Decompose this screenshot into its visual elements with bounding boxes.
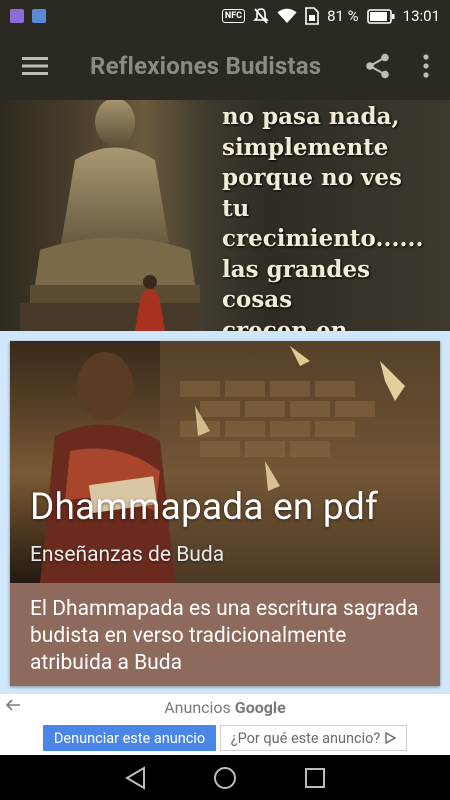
app-title: Reflexiones Budistas [90, 52, 322, 80]
more-vert-icon [423, 54, 429, 78]
nfc-icon: NFC [221, 9, 246, 23]
nav-back-button[interactable] [115, 758, 155, 798]
menu-icon [22, 57, 48, 75]
battery-icon [366, 8, 395, 24]
why-this-ad-button[interactable]: ¿Por qué este anuncio? [220, 725, 407, 751]
sim-icon [305, 7, 319, 25]
app-toolbar: Reflexiones Budistas [0, 32, 450, 100]
screen: NFC 81 % 13:01 Reflexiones Budistas no p… [0, 0, 450, 800]
ad-label-text: Anuncios [164, 698, 231, 717]
more-options-button[interactable] [402, 32, 450, 100]
quote-line: tu crecimiento...... [222, 194, 424, 253]
recents-square-icon [305, 767, 325, 788]
quote-line: no pasa nada, [222, 103, 400, 130]
menu-button[interactable] [0, 32, 70, 100]
battery-percent: 81 % [327, 7, 359, 25]
back-triangle-icon [125, 765, 145, 790]
quote-line: crecen en silencio. [222, 316, 348, 332]
notification-gallery-icon [32, 9, 46, 23]
mute-icon [253, 7, 269, 25]
report-ad-button[interactable]: Denunciar este anuncio [43, 725, 216, 751]
buddhist-quote-text: no pasa nada, simplemente porque no ves … [222, 102, 447, 331]
status-bar: NFC 81 % 13:01 [0, 0, 450, 32]
dhammapada-card[interactable]: Dhammapada en pdf Enseñanzas de Buda El … [10, 341, 440, 686]
card-subtitle: Enseñanzas de Buda [30, 543, 225, 567]
quote-line: las grandes cosas [222, 255, 371, 314]
card-title: Dhammapada en pdf [30, 486, 379, 529]
notification-app-icon [10, 9, 24, 23]
google-brand: Google [234, 698, 286, 717]
share-icon [366, 53, 389, 79]
home-circle-icon [214, 766, 236, 789]
share-button[interactable] [354, 32, 402, 100]
quote-line: porque no ves [222, 164, 403, 191]
nav-recents-button[interactable] [295, 758, 335, 798]
nav-home-button[interactable] [205, 758, 245, 798]
clock: 13:01 [402, 7, 440, 25]
buddha-statue-illustration [20, 100, 200, 331]
quote-banner-image[interactable]: no pasa nada, simplemente porque no ves … [0, 100, 450, 331]
wifi-icon [277, 8, 297, 24]
quote-line: simplemente [222, 133, 389, 161]
system-navigation-bar [0, 755, 450, 800]
ad-label: Anuncios Google [0, 698, 450, 717]
card-description: El Dhammapada es una escritura sagrada b… [30, 597, 419, 675]
ad-choices-icon [385, 732, 397, 744]
why-this-ad-label: ¿Por qué este anuncio? [230, 729, 381, 747]
